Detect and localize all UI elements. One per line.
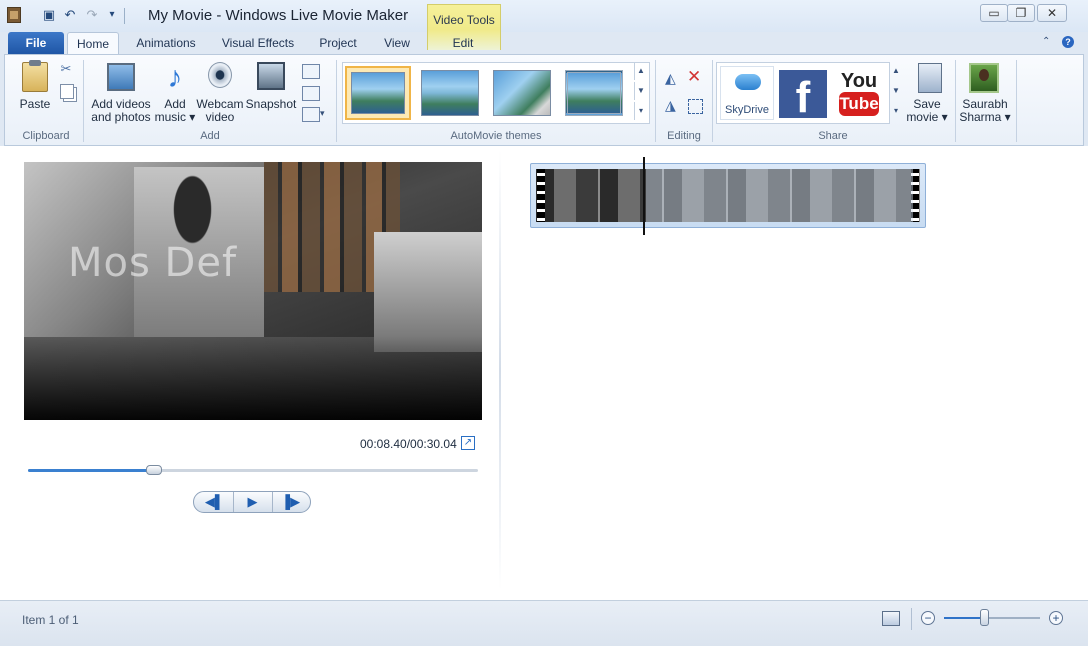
share-scroll-up-icon[interactable]: ▲ [889, 62, 902, 80]
user-name-line2: Sharma ▾ [959, 110, 1011, 124]
save-movie-icon[interactable] [918, 63, 942, 93]
save-icon[interactable]: ▣ [41, 7, 57, 23]
tab-animations[interactable]: Animations [130, 32, 202, 54]
share-more-icon[interactable]: ▾ [889, 102, 902, 120]
themes-more-icon[interactable]: ▾ [634, 102, 647, 120]
next-frame-button[interactable]: ▐▶ [271, 491, 310, 513]
redo-icon[interactable]: ↷ [84, 7, 100, 23]
video-tools-label: Video Tools [433, 13, 495, 27]
themes-scroll-down-icon[interactable]: ▼ [634, 82, 647, 100]
theme-thumbnail-image [421, 70, 479, 116]
title-icon[interactable] [302, 64, 320, 79]
close-button[interactable]: ✕ [1037, 4, 1067, 22]
select-all-icon[interactable] [688, 99, 703, 114]
remove-icon[interactable]: ✕ [687, 67, 701, 87]
facebook-icon[interactable]: f [779, 70, 827, 118]
app-icon[interactable] [7, 7, 21, 23]
snapshot-button-label[interactable]: Snapshot [245, 98, 297, 111]
group-label-automovie-themes: AutoMovie themes [450, 130, 542, 142]
avatar[interactable] [969, 63, 999, 93]
tab-view[interactable]: View [377, 32, 417, 54]
tab-file[interactable]: File [8, 32, 64, 54]
add-music-line2: music ▾ [154, 110, 196, 124]
seek-thumb[interactable] [146, 465, 162, 475]
webcam-line2: video [205, 110, 235, 124]
webcam-icon[interactable] [208, 62, 232, 88]
minimize-ribbon-icon[interactable]: ⌃ [1042, 36, 1050, 47]
playback-time: 00:08.40/00:30.04 [360, 437, 457, 451]
skydrive-label: SkyDrive [724, 104, 769, 116]
preview-overlay-text: Mos Def [68, 240, 238, 286]
pane-splitter[interactable] [499, 150, 501, 590]
theme-thumbnail[interactable] [417, 66, 483, 120]
paste-icon[interactable] [22, 60, 48, 92]
theme-thumbnail[interactable] [489, 66, 555, 120]
share-scroll-down-icon[interactable]: ▼ [889, 82, 902, 100]
credits-icon[interactable] [302, 107, 320, 122]
clip-unplayed-overlay [645, 169, 913, 222]
preview-photo-panel [374, 232, 482, 352]
group-separator [1016, 60, 1017, 142]
add-videos-icon[interactable] [107, 63, 135, 91]
seek-progress [28, 469, 154, 472]
zoom-out-icon[interactable]: − [921, 611, 935, 625]
youtube-logo-tube: Tube [839, 92, 879, 116]
webcam-video-button-label[interactable]: Webcam video [196, 98, 244, 124]
playhead[interactable] [642, 157, 645, 235]
add-music-icon[interactable]: ♪ [165, 62, 185, 94]
caption-icon[interactable] [302, 86, 320, 101]
minimize-button[interactable]: ▭ [980, 4, 1008, 22]
paste-button-label[interactable]: Paste [14, 98, 56, 111]
theme-thumbnail[interactable] [561, 66, 627, 120]
group-label-clipboard: Clipboard [22, 130, 70, 142]
film-sprockets [537, 169, 545, 222]
save-movie-line2: movie ▾ [906, 110, 948, 124]
play-button[interactable]: ▶ [233, 491, 272, 513]
theme-thumbnail-image [493, 70, 551, 116]
credits-caret-icon[interactable]: ▾ [320, 108, 325, 119]
zoom-level [944, 617, 985, 619]
theme-thumbnail[interactable] [345, 66, 411, 120]
zoom-thumb[interactable] [980, 609, 990, 626]
group-label-editing: Editing [667, 130, 701, 142]
undo-icon[interactable]: ↶ [62, 7, 78, 23]
group-label-add: Add [200, 130, 220, 142]
rotate-left-icon[interactable]: ◭ [665, 70, 676, 87]
group-label-share: Share [818, 130, 848, 142]
video-preview[interactable]: Mos Def [24, 162, 482, 420]
previous-frame-button[interactable]: ◀▌ [195, 491, 234, 513]
fullscreen-icon[interactable]: ↗ [461, 436, 475, 450]
tab-project[interactable]: Project [313, 32, 363, 54]
add-music-button-label[interactable]: Add music ▾ [154, 98, 196, 124]
status-item-count: Item 1 of 1 [22, 613, 79, 627]
qat-separator [124, 8, 125, 24]
save-movie-button-label[interactable]: Save movie ▾ [904, 98, 950, 124]
tab-home[interactable]: Home [67, 32, 119, 55]
youtube-logo-you: You [840, 70, 878, 92]
group-separator [955, 60, 956, 142]
theme-thumbnail-image [565, 70, 623, 116]
user-account-button-label[interactable]: Saurabh Sharma ▾ [958, 98, 1012, 124]
add-videos-line2: and photos [91, 110, 151, 124]
theme-thumbnail-image [351, 72, 405, 114]
copy-icon[interactable] [60, 84, 74, 99]
cut-icon[interactable]: ✂ [59, 61, 73, 77]
help-icon[interactable]: ? [1062, 36, 1074, 48]
rotate-right-icon[interactable]: ◮ [665, 97, 676, 114]
restore-button[interactable]: ❐ [1007, 4, 1035, 22]
group-separator [712, 60, 713, 142]
preview-reflection [24, 337, 482, 420]
group-separator [336, 60, 337, 142]
skydrive-icon [735, 74, 761, 90]
tab-visual-effects[interactable]: Visual Effects [218, 32, 298, 54]
snapshot-icon[interactable] [257, 62, 285, 90]
storyboard-view-icon[interactable] [882, 611, 900, 626]
zoom-in-icon[interactable]: + [1049, 611, 1063, 625]
add-videos-button-label[interactable]: Add videos and photos [88, 98, 154, 124]
tab-edit[interactable]: Edit [440, 32, 486, 54]
status-separator [911, 608, 912, 630]
customize-caret-icon[interactable]: ▾ [104, 7, 120, 23]
themes-scroll-up-icon[interactable]: ▲ [634, 62, 647, 80]
window-title: My Movie - Windows Live Movie Maker [148, 7, 409, 24]
